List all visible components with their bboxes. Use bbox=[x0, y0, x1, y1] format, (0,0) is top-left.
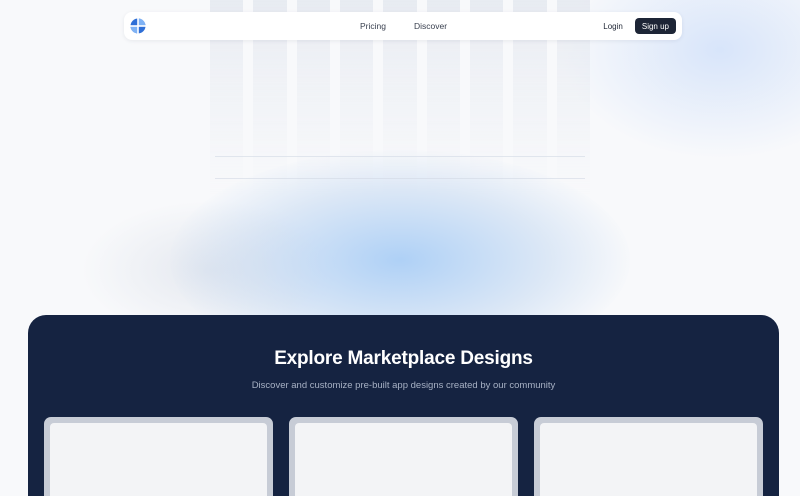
marketplace-section: Explore Marketplace Designs Discover and… bbox=[28, 315, 779, 496]
nav-links: Pricing Discover bbox=[360, 12, 447, 40]
top-nav: Pricing Discover Login Sign up bbox=[124, 12, 682, 40]
nav-link-pricing[interactable]: Pricing bbox=[360, 21, 386, 31]
design-card-preview bbox=[295, 423, 512, 496]
marketplace-subtitle: Discover and customize pre-built app des… bbox=[251, 380, 556, 391]
signup-button[interactable]: Sign up bbox=[634, 18, 676, 34]
nav-link-discover[interactable]: Discover bbox=[414, 21, 447, 31]
design-card-1[interactable] bbox=[44, 417, 273, 496]
hero-divider bbox=[215, 178, 585, 179]
hero-background bbox=[0, 0, 800, 340]
marketplace-title: Explore Marketplace Designs bbox=[274, 348, 533, 369]
nav-actions: Login Sign up bbox=[596, 18, 676, 34]
page: Pricing Discover Login Sign up Explore M… bbox=[0, 0, 800, 496]
design-card-preview bbox=[50, 423, 267, 496]
design-card-3[interactable] bbox=[534, 417, 763, 496]
pinwheel-logo-icon[interactable] bbox=[130, 18, 146, 34]
design-card-preview bbox=[540, 423, 757, 496]
login-button[interactable]: Login bbox=[596, 18, 630, 34]
hero-divider bbox=[215, 156, 585, 157]
design-card-2[interactable] bbox=[289, 417, 518, 496]
